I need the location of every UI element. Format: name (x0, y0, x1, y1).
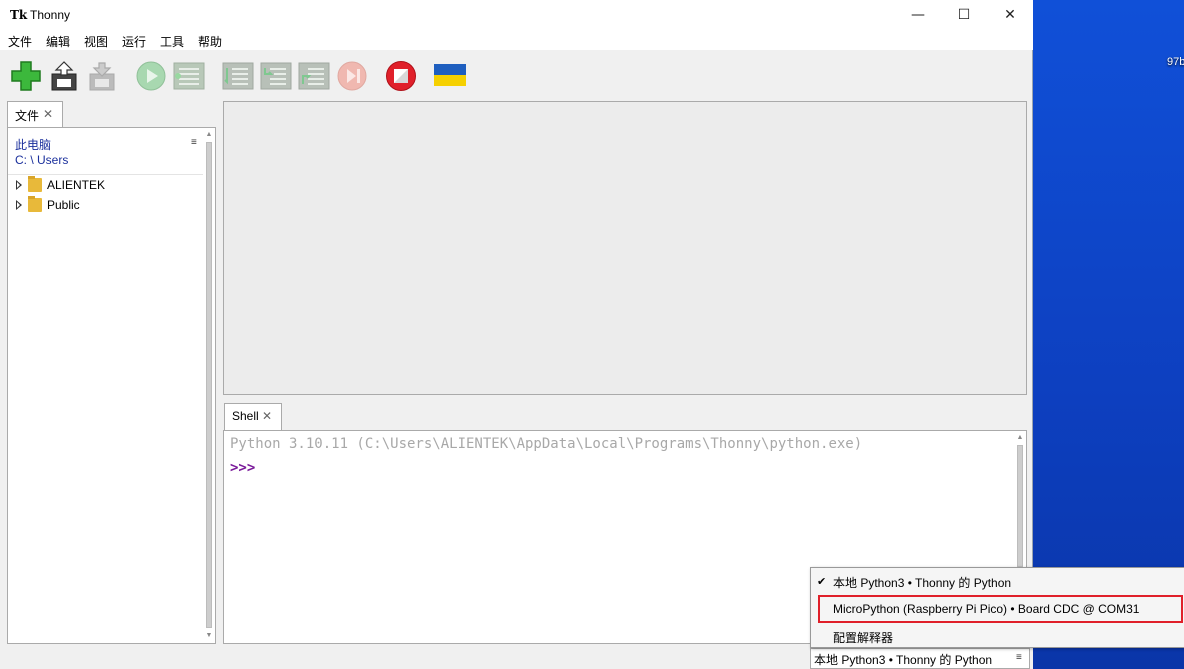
maximize-button[interactable]: ☐ (941, 0, 987, 30)
menu-run[interactable]: 运行 (122, 33, 146, 50)
window-title: Thonny (30, 8, 71, 22)
run-icon[interactable] (135, 60, 167, 92)
new-file-icon[interactable] (10, 60, 42, 92)
menu-tools[interactable]: 工具 (160, 33, 184, 50)
configure-interpreter-option[interactable]: 配置解释器 (833, 629, 893, 646)
tab-files-label: 文件 (15, 109, 40, 123)
ukraine-flag-icon[interactable] (434, 64, 466, 86)
minimize-button[interactable]: — (895, 0, 941, 30)
tab-shell-label: Shell (232, 409, 259, 423)
desktop-file-icon[interactable]: 97b1f08 (1153, 2, 1184, 72)
status-bar: 本地 Python3 • Thonny 的 Python ≡ (0, 648, 1033, 669)
step-over-icon[interactable] (222, 60, 254, 92)
files-menu-icon[interactable]: ≡ (191, 137, 197, 148)
interpreter-menu: ✔ 本地 Python3 • Thonny 的 Python MicroPyth… (810, 567, 1184, 648)
tab-files[interactable]: 文件 ✕ (7, 101, 63, 127)
desktop-file-label: 97b1f08 (1167, 56, 1184, 68)
scroll-thumb[interactable] (206, 142, 212, 628)
tree-item-label: ALIENTEK (47, 178, 106, 192)
menu-edit[interactable]: 编辑 (46, 33, 70, 50)
location-link[interactable]: 此电脑 (15, 136, 51, 153)
menu-view[interactable]: 视图 (84, 33, 108, 50)
close-icon[interactable]: ✕ (43, 107, 53, 121)
close-button[interactable]: ✕ (987, 0, 1033, 30)
menu-icon[interactable]: ≡ (1016, 652, 1022, 663)
stop-icon[interactable] (385, 60, 417, 92)
tree-item-label: Public (47, 198, 80, 212)
editor-area[interactable] (223, 101, 1027, 395)
thonny-logo-icon: Tk (10, 8, 28, 22)
resume-icon[interactable] (336, 60, 368, 92)
menu-file[interactable]: 文件 (8, 33, 32, 50)
close-icon[interactable]: ✕ (262, 409, 272, 423)
debug-icon[interactable] (173, 60, 205, 92)
expand-arrow-icon[interactable] (16, 200, 22, 210)
expand-arrow-icon[interactable] (16, 180, 22, 190)
scroll-up-icon[interactable]: ▲ (203, 128, 215, 142)
menu-help[interactable]: 帮助 (198, 33, 222, 50)
save-file-icon[interactable] (48, 60, 80, 92)
divider (8, 174, 203, 175)
path-breadcrumb[interactable]: C: \ Users (15, 153, 68, 167)
shell-python-info: Python 3.10.11 (C:\Users\ALIENTEK\AppDat… (230, 436, 863, 452)
checkmark-icon: ✔ (817, 576, 827, 588)
interpreter-label: 本地 Python3 • Thonny 的 Python (814, 653, 993, 667)
title-bar: Tk Thonny — ☐ ✕ (0, 0, 1033, 30)
scroll-thumb[interactable] (1017, 445, 1023, 567)
folder-icon (28, 176, 42, 192)
step-out-icon[interactable] (298, 60, 330, 92)
folder-icon (28, 196, 42, 212)
interpreter-option-local-python[interactable]: 本地 Python3 • Thonny 的 Python (833, 574, 1011, 591)
interpreter-selector[interactable]: 本地 Python3 • Thonny 的 Python ≡ (810, 648, 1030, 669)
files-panel: ≡ 此电脑 C: \ Users ALIENTEK Public ▲ ▼ (7, 127, 216, 644)
menu-bar: 文件 编辑 视图 运行 工具 帮助 (0, 30, 1033, 50)
scroll-up-icon[interactable]: ▲ (1014, 431, 1026, 445)
toolbar (0, 52, 1033, 98)
scroll-down-icon[interactable]: ▼ (203, 629, 215, 643)
files-scrollbar[interactable]: ▲ ▼ (203, 128, 215, 643)
tab-shell[interactable]: Shell ✕ (224, 403, 282, 430)
step-into-icon[interactable] (260, 60, 292, 92)
shell-prompt[interactable]: >>> (230, 460, 255, 476)
save-device-icon[interactable] (86, 60, 118, 92)
interpreter-option-micropython-pico[interactable]: MicroPython (Raspberry Pi Pico) • Board … (833, 602, 1139, 616)
